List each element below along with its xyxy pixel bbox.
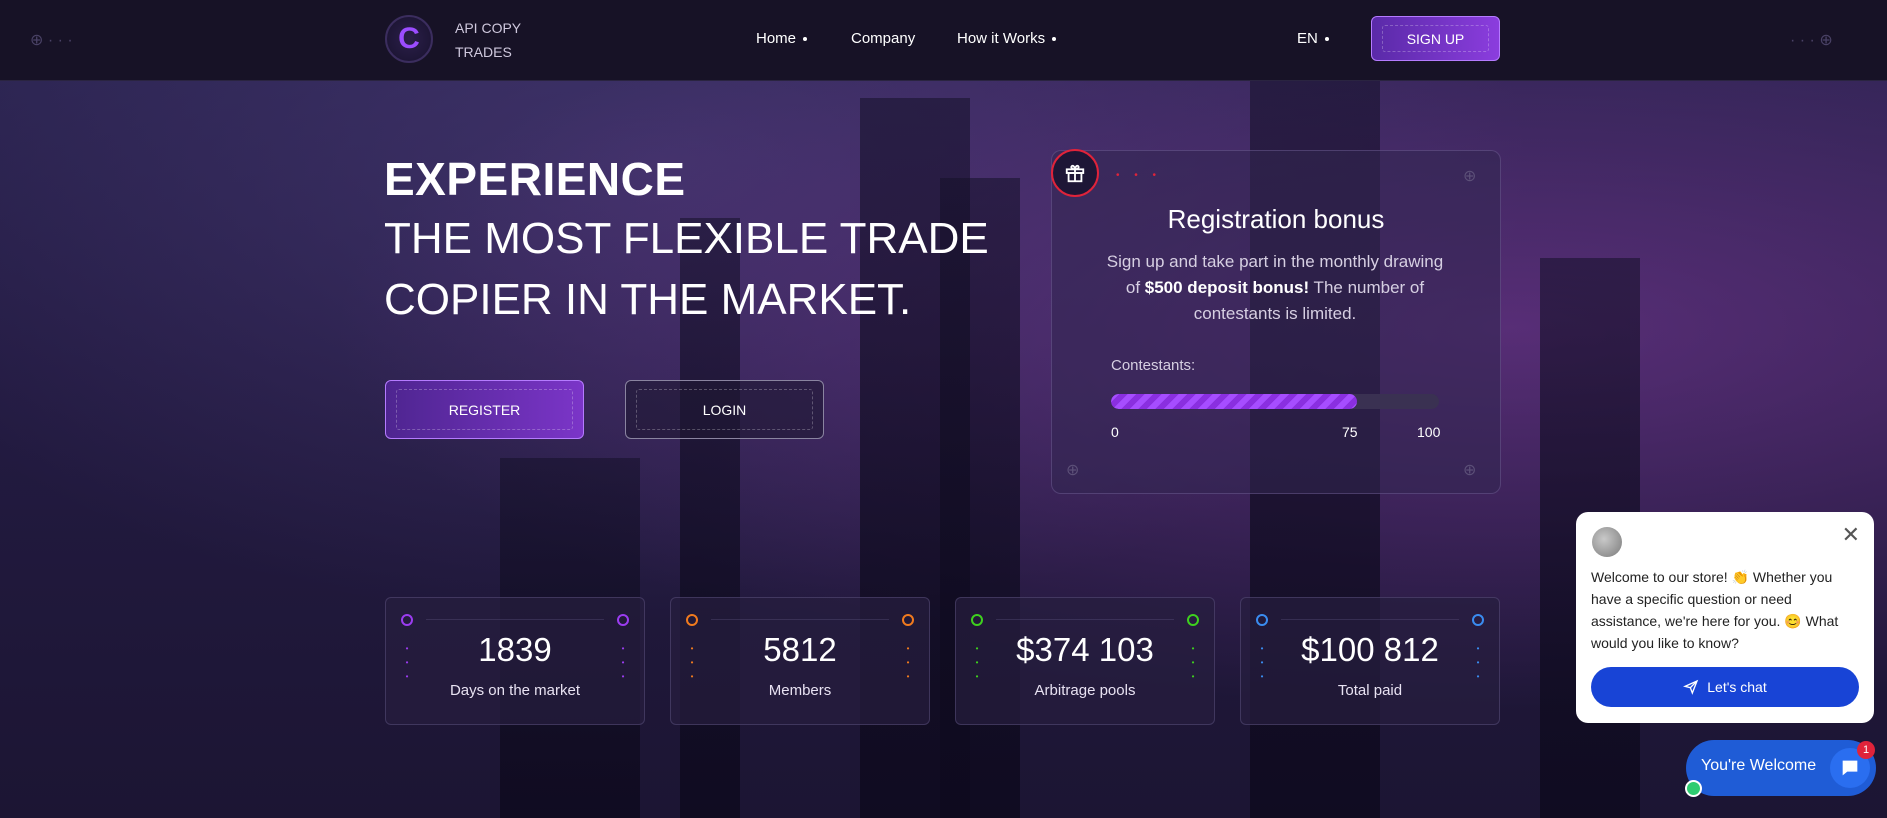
bonus-title: Registration bonus	[1167, 204, 1385, 234]
hero-heading-line-3: COPIER IN THE MARKET.	[384, 275, 912, 324]
send-icon	[1683, 679, 1699, 695]
corner-plus-icon: ⊕	[1463, 168, 1477, 185]
contestants-label: Contestants:	[1111, 357, 1196, 374]
logo-icon[interactable]: C	[385, 15, 433, 63]
chat-popup: ✕ Welcome to our store! 👏 Whether you ha…	[1576, 512, 1874, 723]
lets-chat-button[interactable]: Let's chat	[1591, 667, 1859, 707]
corner-plus-icon: ⊕	[1066, 462, 1080, 479]
nav-company[interactable]: Company	[851, 30, 915, 47]
chat-welcome-message: Welcome to our store! 👏 Whether you have…	[1591, 569, 1839, 651]
stat-value: $100 812	[1301, 631, 1439, 668]
divider	[711, 619, 889, 620]
notification-badge: 1	[1857, 741, 1875, 759]
stat-card: • • • • • • $374 103 Arbitrage pools	[955, 597, 1215, 725]
stat-value: $374 103	[1016, 631, 1154, 668]
stat-label: Members	[768, 682, 832, 699]
stat-label: Days on the market	[449, 682, 581, 699]
progress-tick-max: 100	[1417, 424, 1441, 440]
stat-card: • • • • • • 1839 Days on the market	[385, 597, 645, 725]
brand-line-2: TRADES	[455, 44, 512, 60]
divider	[1281, 619, 1459, 620]
chat-launcher[interactable]: You're Welcome	[1686, 740, 1876, 796]
close-icon[interactable]: ✕	[1842, 522, 1860, 548]
brand-name[interactable]: API COPY TRADES	[455, 16, 535, 64]
divider	[996, 619, 1174, 620]
agent-avatar	[1592, 527, 1622, 557]
stat-value: 5812	[763, 631, 837, 668]
dropdown-dot-icon	[803, 37, 808, 42]
chat-launcher-label: You're Welcome	[1701, 757, 1817, 774]
language-selector[interactable]: EN	[1297, 30, 1329, 47]
login-button[interactable]: LOGIN	[625, 380, 824, 439]
stat-card: • • • • • • $100 812 Total paid	[1240, 597, 1500, 725]
ring-icon	[1472, 614, 1484, 626]
progress-fill	[1111, 394, 1357, 409]
stat-value: 1839	[478, 631, 552, 668]
ring-icon	[971, 614, 983, 626]
gift-icon	[1051, 149, 1099, 197]
decorative-dots: • • •	[1116, 170, 1163, 181]
progress-tick-min: 0	[1111, 424, 1119, 440]
signup-button[interactable]: SIGN UP	[1371, 16, 1500, 61]
ring-icon	[401, 614, 413, 626]
header-decoration: · · · ⊕	[1790, 32, 1833, 49]
online-status-indicator	[1685, 780, 1702, 797]
contestants-progress-bar	[1111, 394, 1439, 409]
stat-card: • • • • • • 5812 Members	[670, 597, 930, 725]
ring-icon	[686, 614, 698, 626]
ring-icon	[1256, 614, 1268, 626]
corner-plus-icon: ⊕	[1463, 462, 1477, 479]
register-button[interactable]: REGISTER	[385, 380, 584, 439]
dropdown-dot-icon	[1324, 37, 1329, 42]
header-decoration: ⊕ · · ·	[30, 32, 73, 49]
brand-line-1: API COPY	[455, 20, 522, 36]
ring-icon	[902, 614, 914, 626]
hero-heading-line-1: EXPERIENCE	[384, 153, 686, 205]
nav-how-it-works[interactable]: How it Works	[957, 30, 1057, 47]
stat-label: Arbitrage pools	[1034, 682, 1136, 699]
ring-icon	[617, 614, 629, 626]
progress-tick-current: 75	[1342, 424, 1358, 440]
stat-label: Total paid	[1337, 682, 1403, 699]
divider	[426, 619, 604, 620]
ring-icon	[1187, 614, 1199, 626]
bonus-description: Sign up and take part in the monthly dra…	[1106, 252, 1444, 323]
nav-home[interactable]: Home	[756, 30, 808, 47]
hero-heading-line-2: THE MOST FLEXIBLE TRADE	[384, 214, 989, 263]
dropdown-dot-icon	[1052, 37, 1057, 42]
site-header: ⊕ · · · C API COPY TRADES Home Company H…	[0, 0, 1887, 81]
